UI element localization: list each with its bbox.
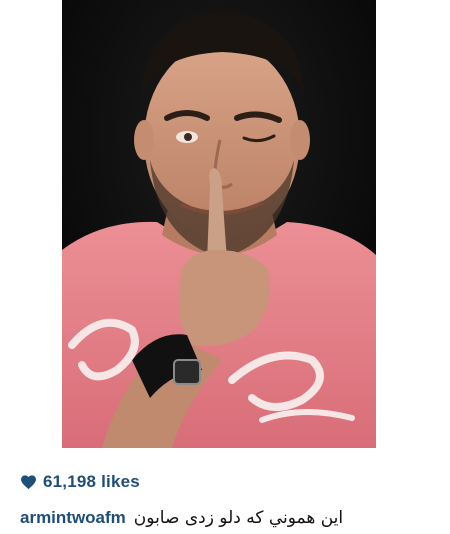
- likes-row[interactable]: 61,198 likes: [20, 470, 140, 494]
- username-link[interactable]: armintwoafm: [20, 508, 126, 528]
- caption-text: این هموني كه دلو زدی صابون: [133, 508, 344, 528]
- likes-count[interactable]: 61,198 likes: [43, 472, 140, 492]
- portrait-photo: [62, 0, 376, 448]
- caption-row: armintwoafm این هموني كه دلو زدی صابون: [20, 505, 343, 531]
- post-photo[interactable]: [62, 0, 376, 448]
- heart-icon: [20, 474, 37, 490]
